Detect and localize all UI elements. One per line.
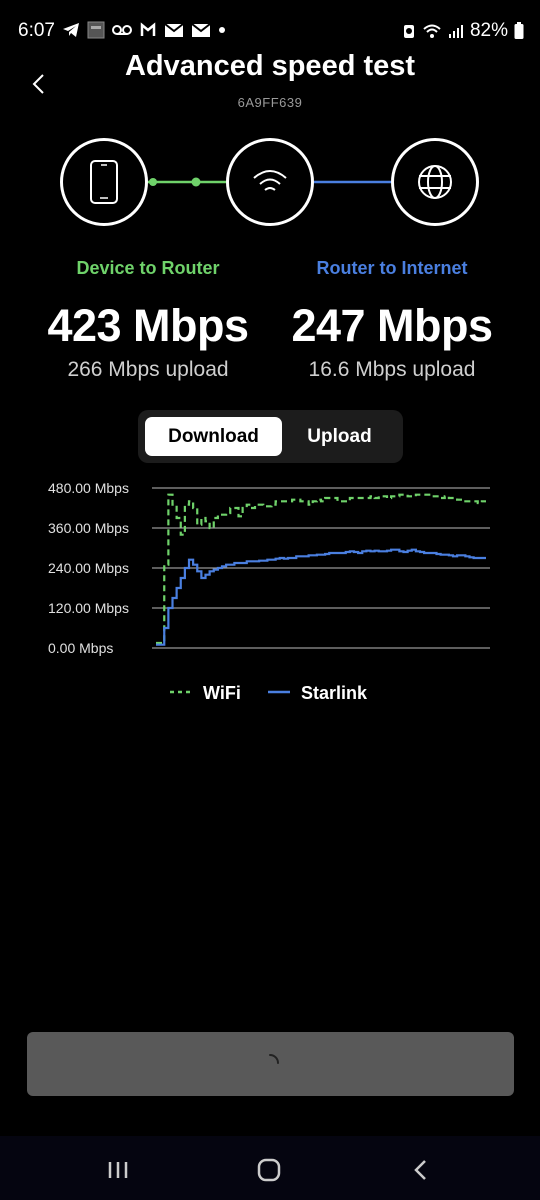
home-icon: [257, 1158, 281, 1182]
mi-icon: [140, 22, 156, 36]
router-to-internet-label: Router to Internet: [316, 258, 468, 278]
y-tick-label: 480.00 Mbps: [48, 480, 129, 496]
back-nav-icon: [414, 1160, 426, 1180]
internet-upload-speed: 16.6 Mbps upload: [308, 358, 476, 381]
phone-icon: [90, 160, 118, 204]
recents-button[interactable]: [88, 1148, 148, 1192]
y-tick-label: 240.00 Mbps: [48, 560, 129, 576]
voicemail-icon: [112, 25, 132, 35]
notification-thumbnail-icon: [87, 21, 105, 39]
battery-icon: [514, 22, 524, 39]
status-left-icons: [62, 21, 226, 39]
dot-icon: [219, 27, 225, 33]
wifi-icon: [423, 24, 441, 38]
device-download-speed: 423 Mbps: [47, 300, 249, 351]
status-right: 82%: [402, 20, 524, 42]
device-node: [60, 138, 148, 226]
router-node: [226, 138, 314, 226]
speed-chart: 480.00 Mbps 360.00 Mbps 240.00 Mbps 120.00 …: [0, 470, 540, 720]
series-line-wifi: [156, 493, 486, 645]
spinner-icon: [269, 1054, 279, 1064]
device-upload-speed: 266 Mbps upload: [67, 358, 229, 381]
wifi-router-icon: [253, 170, 287, 191]
gmail-icon: [164, 22, 184, 37]
device-id: 6A9FF639: [237, 95, 303, 110]
internet-node: [391, 138, 479, 226]
recents-icon: [108, 1162, 128, 1178]
y-tick-label: 360.00 Mbps: [48, 520, 129, 536]
download-upload-toggle: Download Upload: [138, 410, 403, 463]
internet-download-speed: 247 Mbps: [291, 300, 493, 351]
network-topology: [0, 136, 540, 232]
series-line-starlink: [156, 548, 486, 646]
home-button[interactable]: [239, 1148, 299, 1192]
upload-tab[interactable]: Upload: [283, 417, 396, 456]
legend-label: WiFi: [203, 683, 241, 703]
link-dot: [149, 178, 157, 186]
device-to-router-label: Device to Router: [76, 258, 220, 278]
y-tick-label: 0.00 Mbps: [48, 640, 113, 656]
back-nav-button[interactable]: [390, 1148, 450, 1192]
speed-chart-svg: 480.00 Mbps 360.00 Mbps 240.00 Mbps 120.00 …: [48, 480, 490, 703]
legend-label: Starlink: [301, 683, 368, 703]
page-title: Advanced speed test: [124, 50, 416, 82]
battery-percent: 82%: [469, 20, 508, 41]
globe-icon: [418, 165, 452, 199]
y-tick-label: 120.00 Mbps: [48, 600, 129, 616]
link-dot: [191, 177, 201, 187]
alarm-icon: [403, 25, 414, 38]
telegram-icon: [63, 23, 79, 37]
mail-icon: [191, 22, 211, 37]
status-time: 6:07: [18, 20, 55, 41]
download-tab[interactable]: Download: [145, 417, 282, 456]
signal-icon: [448, 25, 463, 38]
